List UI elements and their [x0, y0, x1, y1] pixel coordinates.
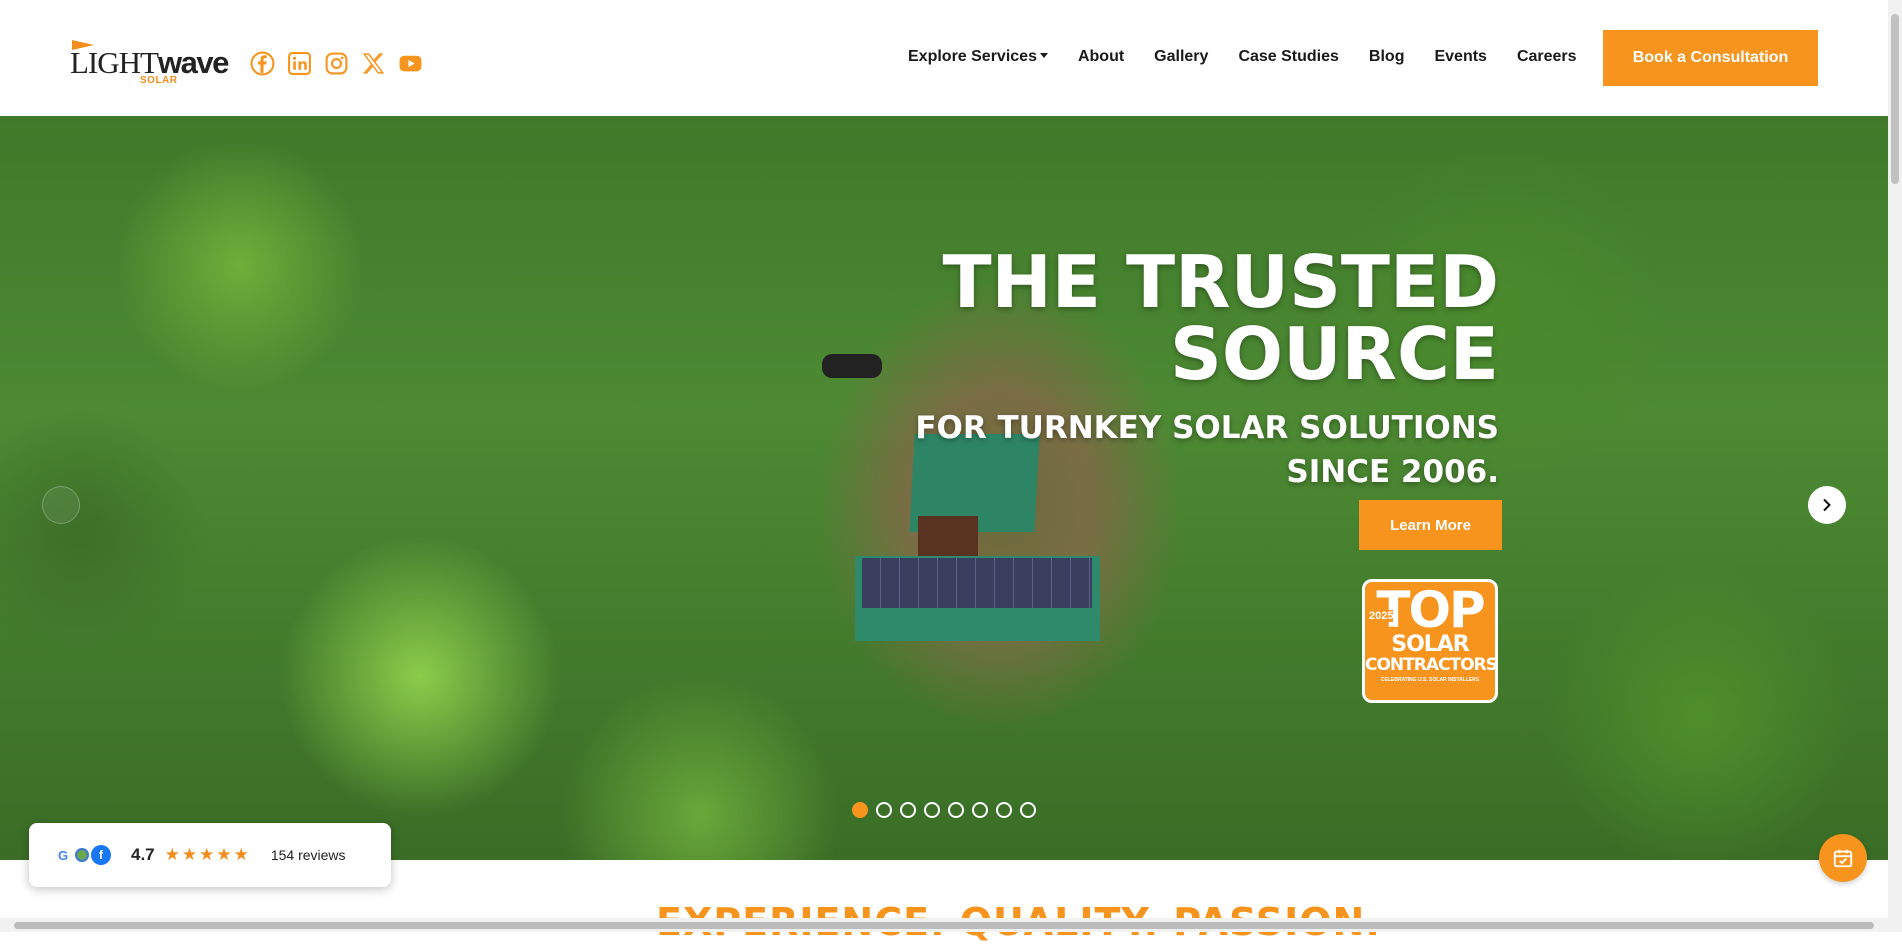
hero-photo-cabin	[918, 516, 978, 561]
hero-subtitle-line1: FOR TURNKEY SOLAR SOLUTIONS	[915, 410, 1499, 446]
book-consultation-button[interactable]: Book a Consultation	[1603, 30, 1818, 86]
review-stars-icon: ★★★★★	[164, 845, 251, 864]
nav-events[interactable]: Events	[1434, 48, 1486, 66]
facebook-icon[interactable]	[249, 50, 276, 77]
chevron-down-icon	[1039, 53, 1048, 58]
hero-heading-block: THE TRUSTED SOURCE FOR TURNKEY SOLAR SOL…	[915, 246, 1499, 494]
carousel-dot-5[interactable]	[948, 802, 964, 818]
chevron-right-icon	[1823, 498, 1831, 512]
logo-subtext: SOLAR	[140, 75, 178, 86]
facebook-icon: f	[91, 845, 111, 865]
carousel-dot-2[interactable]	[876, 802, 892, 818]
top-solar-contractors-badge: TOP 2025 SOLAR CONTRACTORS CELEBRATING U…	[1362, 579, 1498, 703]
review-score: 4.7	[131, 845, 155, 864]
youtube-icon[interactable]	[397, 50, 424, 77]
globe-icon	[75, 848, 89, 862]
nav-case-studies[interactable]: Case Studies	[1238, 48, 1338, 66]
hero-title-line2: SOURCE	[1170, 312, 1499, 396]
x-twitter-icon[interactable]	[360, 50, 387, 77]
nav-about[interactable]: About	[1078, 48, 1124, 66]
carousel-next-button[interactable]	[1808, 486, 1846, 524]
hero-title-line1: THE TRUSTED	[942, 240, 1499, 324]
nav-gallery[interactable]: Gallery	[1154, 48, 1208, 66]
vertical-scrollbar[interactable]	[1888, 0, 1902, 918]
calendar-check-icon	[1833, 849, 1853, 868]
carousel-dot-7[interactable]	[996, 802, 1012, 818]
vertical-scroll-thumb[interactable]	[1891, 14, 1899, 184]
horizontal-scrollbar[interactable]	[0, 918, 1902, 932]
carousel-dot-6[interactable]	[972, 802, 988, 818]
schedule-calendar-button[interactable]	[1819, 834, 1867, 882]
lightwave-solar-logo[interactable]: LIGHTwave SOLAR	[70, 40, 229, 88]
social-links	[249, 50, 424, 77]
carousel-indicators	[852, 802, 1036, 818]
carousel-dot-4[interactable]	[924, 802, 940, 818]
review-count: 154 reviews	[270, 847, 346, 863]
site-header: LIGHTwave SOLAR Explore Services About G…	[0, 0, 1888, 116]
main-nav: Explore Services About Gallery Case Stud…	[908, 48, 1577, 66]
google-icon: G	[57, 847, 69, 863]
carousel-dot-8[interactable]	[1020, 802, 1036, 818]
nav-explore-services[interactable]: Explore Services	[908, 48, 1048, 66]
linkedin-icon[interactable]	[286, 50, 313, 77]
carousel-dot-3[interactable]	[900, 802, 916, 818]
reviews-widget[interactable]: G f 4.7 ★★★★★ 154 reviews	[29, 823, 391, 887]
hero-carousel: THE TRUSTED SOURCE FOR TURNKEY SOLAR SOL…	[0, 116, 1888, 860]
horizontal-scroll-thumb[interactable]	[14, 922, 1874, 929]
carousel-dot-1[interactable]	[852, 802, 868, 818]
instagram-icon[interactable]	[323, 50, 350, 77]
nav-blog[interactable]: Blog	[1369, 48, 1405, 66]
hero-photo-car	[822, 354, 882, 378]
learn-more-button[interactable]: Learn More	[1359, 500, 1502, 550]
hero-subtitle-line2: SINCE 2006.	[1286, 454, 1499, 490]
hero-photo-solar-panels	[862, 558, 1092, 608]
carousel-prev-button[interactable]	[42, 486, 80, 524]
nav-careers[interactable]: Careers	[1517, 48, 1577, 66]
